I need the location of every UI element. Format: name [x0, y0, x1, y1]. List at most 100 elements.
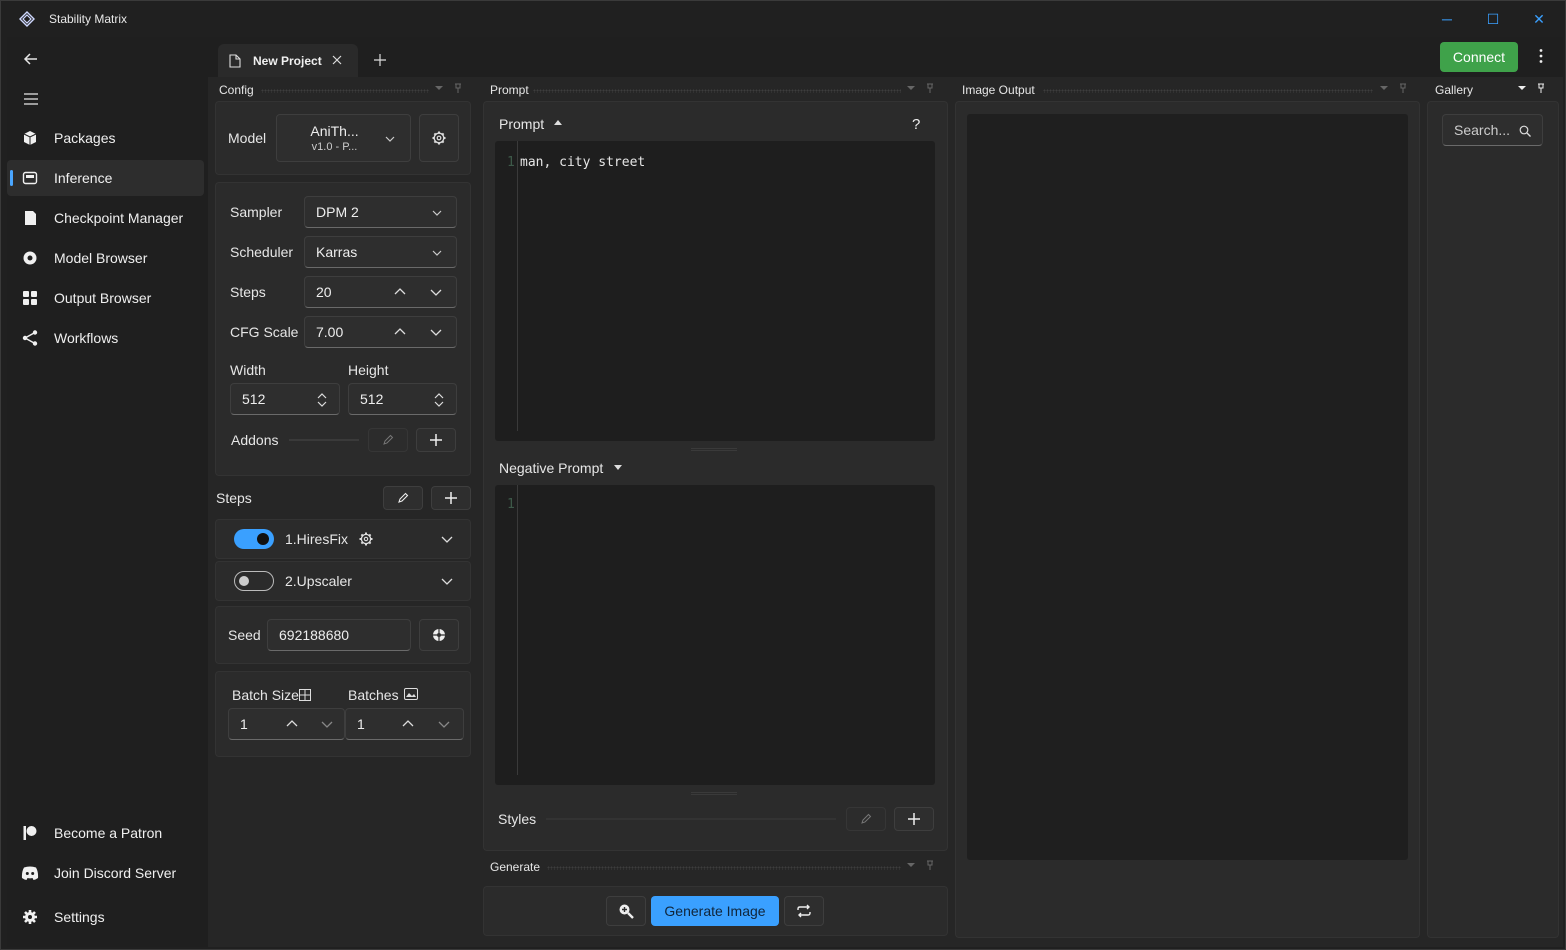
tab-new-project[interactable]: New Project — [218, 44, 358, 77]
scheduler-select[interactable]: Karras — [304, 236, 457, 268]
sidebar-item-inference[interactable]: Inference — [7, 160, 204, 196]
pin-icon[interactable] — [926, 83, 934, 93]
add-tab-icon[interactable] — [374, 54, 386, 66]
updown-icon[interactable] — [317, 392, 327, 408]
close-tab-icon[interactable] — [332, 55, 342, 65]
pin-icon[interactable] — [1399, 83, 1407, 93]
chevron-down-icon[interactable] — [441, 536, 453, 543]
styles-edit-button[interactable] — [846, 807, 886, 831]
sampler-select[interactable]: DPM 2 — [304, 196, 457, 228]
workflow-icon — [21, 329, 39, 347]
minimize-button[interactable]: ─ — [1437, 9, 1457, 29]
generate-image-button[interactable]: Generate Image — [651, 896, 779, 926]
batches-value: 1 — [357, 716, 365, 732]
steps-value: 20 — [316, 284, 332, 300]
close-window-button[interactable]: ✕ — [1529, 9, 1549, 29]
prompt-title[interactable]: Prompt — [499, 116, 544, 132]
addons-edit-button[interactable] — [368, 428, 408, 452]
chevron-up-icon[interactable] — [394, 287, 406, 295]
maximize-button[interactable]: ☐ — [1483, 9, 1503, 29]
back-button[interactable] — [21, 49, 41, 69]
caret-down-icon[interactable] — [614, 465, 622, 470]
sampler-label: Sampler — [230, 204, 283, 220]
batch-size-input[interactable]: 1 — [228, 708, 345, 740]
chevron-up-icon[interactable] — [402, 719, 414, 727]
sampler-value: DPM 2 — [316, 204, 359, 220]
dropdown-arrow-icon[interactable] — [906, 85, 916, 91]
model-settings-button[interactable] — [419, 114, 459, 162]
sidebar-item-patron[interactable]: Become a Patron — [7, 815, 204, 851]
model-select[interactable]: AniTh... v1.0 - P... — [276, 114, 411, 162]
caret-up-icon[interactable] — [554, 120, 562, 125]
dropdown-arrow-icon[interactable] — [434, 85, 444, 91]
scheduler-value: Karras — [316, 244, 358, 260]
negative-prompt-editor[interactable]: 1 — [495, 485, 935, 785]
sidebar-item-workflows[interactable]: Workflows — [7, 320, 204, 356]
gallery-search-input[interactable]: Search... — [1442, 114, 1543, 146]
gear-icon[interactable] — [358, 531, 374, 547]
pin-icon[interactable] — [926, 860, 934, 870]
more-vertical-icon[interactable] — [1537, 48, 1545, 64]
chevron-up-icon[interactable] — [394, 327, 406, 335]
styles-label: Styles — [498, 811, 537, 827]
sidebar-item-discord[interactable]: Join Discord Server — [7, 855, 204, 891]
batches-input[interactable]: 1 — [345, 708, 464, 740]
plus-icon — [430, 434, 442, 446]
seed-label: Seed — [228, 627, 261, 643]
panel-divider — [1043, 89, 1373, 93]
chevron-down-icon[interactable] — [321, 721, 333, 729]
model-name: AniTh... — [310, 123, 359, 139]
connect-button[interactable]: Connect — [1440, 42, 1518, 72]
model-label: Model — [228, 130, 267, 146]
width-numeric-input[interactable]: 512 — [230, 383, 340, 415]
sidebar-item-model-browser[interactable]: Model Browser — [7, 240, 204, 276]
panel-divider — [533, 89, 901, 93]
styles-add-button[interactable] — [894, 807, 934, 831]
updown-icon[interactable] — [434, 392, 444, 408]
chevron-down-icon[interactable] — [438, 721, 450, 729]
sidebar-item-checkpoint-manager[interactable]: Checkpoint Manager — [7, 200, 204, 236]
resize-grip[interactable] — [691, 448, 737, 451]
zoom-button[interactable] — [606, 896, 646, 926]
dropdown-arrow-icon[interactable] — [906, 862, 916, 868]
hiresfix-label: 1.HiresFix — [285, 531, 349, 547]
addons-add-button[interactable] — [416, 428, 456, 452]
steps-edit-button[interactable] — [383, 486, 423, 510]
upscaler-toggle[interactable] — [234, 571, 274, 591]
steps-numeric-input[interactable]: 20 — [304, 276, 457, 308]
negative-prompt-title[interactable]: Negative Prompt — [499, 460, 603, 476]
search-icon[interactable] — [1519, 125, 1531, 137]
steps-add-button[interactable] — [431, 486, 471, 510]
dropdown-arrow-icon[interactable] — [1517, 85, 1527, 91]
prompt-help-icon[interactable]: ? — [912, 116, 920, 133]
dropdown-arrow-icon[interactable] — [1379, 85, 1389, 91]
pin-icon[interactable] — [454, 83, 462, 93]
chevron-up-icon[interactable] — [286, 719, 298, 727]
cfg-scale-numeric-input[interactable]: 7.00 — [304, 316, 457, 348]
hamburger-menu-button[interactable] — [21, 89, 41, 109]
image-output-canvas[interactable] — [967, 114, 1408, 860]
prompt-panel-header: Prompt — [490, 83, 529, 97]
batch-size-value: 1 — [240, 716, 248, 732]
sidebar-item-packages[interactable]: Packages — [7, 120, 204, 156]
chevron-down-icon — [432, 210, 442, 216]
resize-grip[interactable] — [691, 792, 737, 795]
chevron-down-icon[interactable] — [430, 329, 442, 337]
pin-icon[interactable] — [1537, 83, 1545, 93]
document-icon — [229, 54, 241, 68]
width-value: 512 — [242, 391, 266, 407]
auto-generate-button[interactable] — [784, 896, 824, 926]
sidebar-item-output-browser[interactable]: Output Browser — [7, 280, 204, 316]
height-numeric-input[interactable]: 512 — [348, 383, 457, 415]
patreon-icon — [21, 824, 39, 842]
seed-input[interactable]: 692188680 — [267, 619, 411, 651]
sidebar-item-label: Workflows — [54, 330, 119, 346]
chevron-down-icon[interactable] — [430, 289, 442, 297]
tab-label: New Project — [253, 54, 322, 68]
chevron-down-icon[interactable] — [441, 578, 453, 585]
hiresfix-toggle[interactable] — [234, 529, 274, 549]
line-number: 1 — [507, 497, 515, 512]
prompt-editor[interactable]: 1 man, city street — [495, 141, 935, 441]
random-seed-button[interactable] — [419, 619, 459, 651]
sidebar-item-settings[interactable]: Settings — [7, 899, 204, 935]
